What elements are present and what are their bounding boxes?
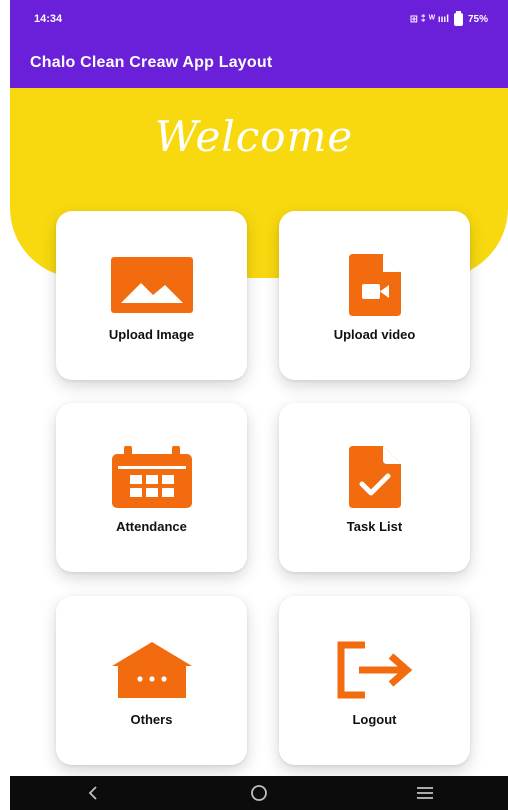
- logout-card[interactable]: Logout: [279, 596, 470, 765]
- recents-icon[interactable]: [395, 776, 455, 810]
- logout-icon: [335, 640, 415, 700]
- back-icon[interactable]: [63, 776, 123, 810]
- home-icon[interactable]: [229, 776, 289, 810]
- status-bar: 14:34 ⊞ ⁑ ᵂ ıııl 75%: [10, 0, 508, 38]
- attendance-card[interactable]: Attendance: [56, 403, 247, 572]
- welcome-text: Welcome: [154, 112, 354, 161]
- signal-indicators: ⊞ ⁑ ᵂ ıııl: [409, 13, 449, 25]
- upload-image-card[interactable]: Upload Image: [56, 211, 247, 380]
- task-list-card[interactable]: Task List: [279, 403, 470, 572]
- upload-video-card[interactable]: Upload video: [279, 211, 470, 380]
- image-icon: [110, 255, 193, 315]
- battery-icon: [453, 10, 463, 26]
- logout-label: Logout: [352, 712, 397, 727]
- upload-video-label: Upload video: [333, 327, 416, 342]
- status-indicators: ⊞ ⁑ ᵂ ıııl 75%: [409, 10, 488, 26]
- task-file-icon: [348, 446, 401, 508]
- status-time: 14:34: [34, 13, 63, 25]
- calendar-icon: [111, 446, 192, 508]
- battery-level: 75%: [467, 13, 488, 25]
- task-list-label: Task List: [346, 519, 403, 534]
- others-label: Others: [130, 712, 173, 727]
- app-title: Chalo Clean Creaw App Layout: [30, 54, 273, 71]
- house-icon: [111, 640, 192, 700]
- upload-image-label: Upload Image: [108, 327, 195, 342]
- attendance-label: Attendance: [116, 519, 187, 534]
- app-bar: Chalo Clean Creaw App Layout: [10, 38, 508, 88]
- system-nav-bar: [10, 776, 508, 810]
- others-card[interactable]: Others: [56, 596, 247, 765]
- video-file-icon: [348, 254, 401, 316]
